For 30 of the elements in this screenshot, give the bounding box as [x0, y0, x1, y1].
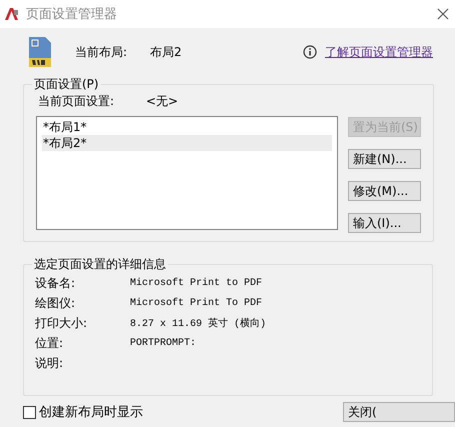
checkbox-label: 创建新布局时显示	[39, 404, 143, 421]
help-link[interactable]: 了解页面设置管理器	[325, 44, 433, 60]
page-setup-list[interactable]: *布局1* *布局2*	[36, 116, 338, 230]
current-setup-value: <无>	[146, 93, 178, 110]
current-setup-label: 当前页面设置:	[38, 93, 116, 110]
detail-label: 打印大小:	[35, 314, 88, 332]
current-layout-label: 当前布局:	[75, 44, 128, 60]
app-logo-icon	[4, 7, 20, 21]
current-layout-value: 布局2	[150, 44, 182, 60]
close-icon[interactable]	[437, 8, 449, 20]
detail-value: Microsoft Print to PDF	[130, 278, 262, 288]
action-button[interactable]: 修改(M)...	[348, 181, 421, 201]
detail-label: 说明:	[35, 354, 64, 372]
detail-label: 绘图仪:	[35, 294, 76, 312]
group-title: 选定页面设置的详细信息	[33, 256, 167, 273]
detail-value: 8.27 x 11.69 英寸 (横向)	[130, 316, 266, 330]
detail-value: PORTPROMPT:	[130, 338, 196, 348]
close-button[interactable]: 关闭(	[343, 402, 455, 422]
drawing-file-icon	[27, 36, 53, 68]
list-item[interactable]: *布局2*	[42, 135, 332, 151]
detail-value: Microsoft Print To PDF	[130, 298, 262, 308]
action-button[interactable]: 新建(N)...	[348, 149, 421, 169]
action-button[interactable]: 输入(I)...	[348, 213, 421, 233]
checkbox[interactable]	[23, 406, 36, 418]
info-icon	[303, 45, 317, 59]
detail-label: 设备名:	[35, 274, 76, 292]
group-title: 页面设置(P)	[33, 76, 100, 93]
window-title: 页面设置管理器	[26, 6, 117, 23]
detail-label: 位置:	[35, 334, 64, 352]
list-item[interactable]: *布局1*	[42, 119, 332, 135]
